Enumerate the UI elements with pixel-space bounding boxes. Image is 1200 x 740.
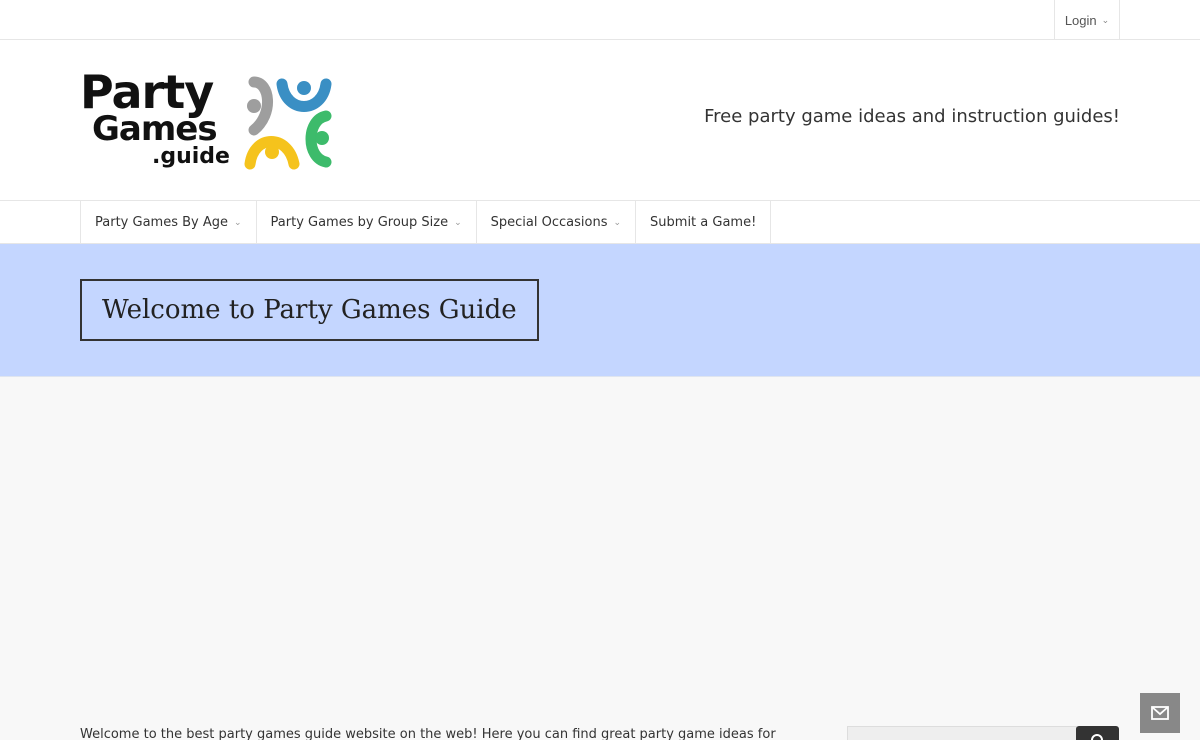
nav-item-label: Party Games by Group Size (270, 215, 449, 230)
search-input[interactable] (847, 726, 1077, 740)
intro-text: Welcome to the best party games guide we… (80, 727, 780, 740)
top-bar: Login ⌄ (0, 0, 1200, 40)
site-header: Party Games .guide Free party game ideas… (0, 40, 1200, 200)
search-button[interactable] (1076, 726, 1119, 740)
logo-people-icon (244, 76, 332, 170)
nav-item-label: Special Occasions (490, 215, 608, 230)
logo-line-games: Games (92, 109, 218, 149)
search-icon (1091, 734, 1103, 740)
site-logo[interactable]: Party Games .guide (80, 65, 336, 172)
login-label: Login (1064, 12, 1097, 28)
mail-icon (1151, 706, 1169, 720)
nav-item-label: Party Games By Age (95, 215, 228, 230)
nav-item-by-age[interactable]: Party Games By Age ⌄ (81, 201, 257, 244)
chevron-down-icon: ⌄ (1101, 14, 1110, 25)
main-nav: Party Games By Age ⌄ Party Games by Grou… (0, 200, 1200, 244)
page-hero: Welcome to Party Games Guide (0, 244, 1200, 377)
contact-mail-button[interactable] (1140, 693, 1180, 733)
chevron-down-icon: ⌄ (233, 217, 242, 228)
logo-line-guide: .guide (152, 144, 230, 169)
logo-wordmark: Party Games .guide (80, 65, 240, 172)
nav-item-by-group-size[interactable]: Party Games by Group Size ⌄ (257, 201, 477, 244)
nav-item-submit-game[interactable]: Submit a Game! (636, 201, 772, 244)
nav-item-label: Submit a Game! (650, 215, 757, 230)
chevron-down-icon: ⌄ (613, 217, 622, 228)
site-tagline: Free party game ideas and instruction gu… (704, 106, 1120, 127)
page-title: Welcome to Party Games Guide (80, 279, 539, 341)
nav-item-special-occasions[interactable]: Special Occasions ⌄ (477, 201, 637, 244)
login-menu[interactable]: Login ⌄ (1054, 0, 1120, 40)
nav-list: Party Games By Age ⌄ Party Games by Grou… (80, 201, 772, 244)
chevron-down-icon: ⌄ (454, 217, 462, 228)
